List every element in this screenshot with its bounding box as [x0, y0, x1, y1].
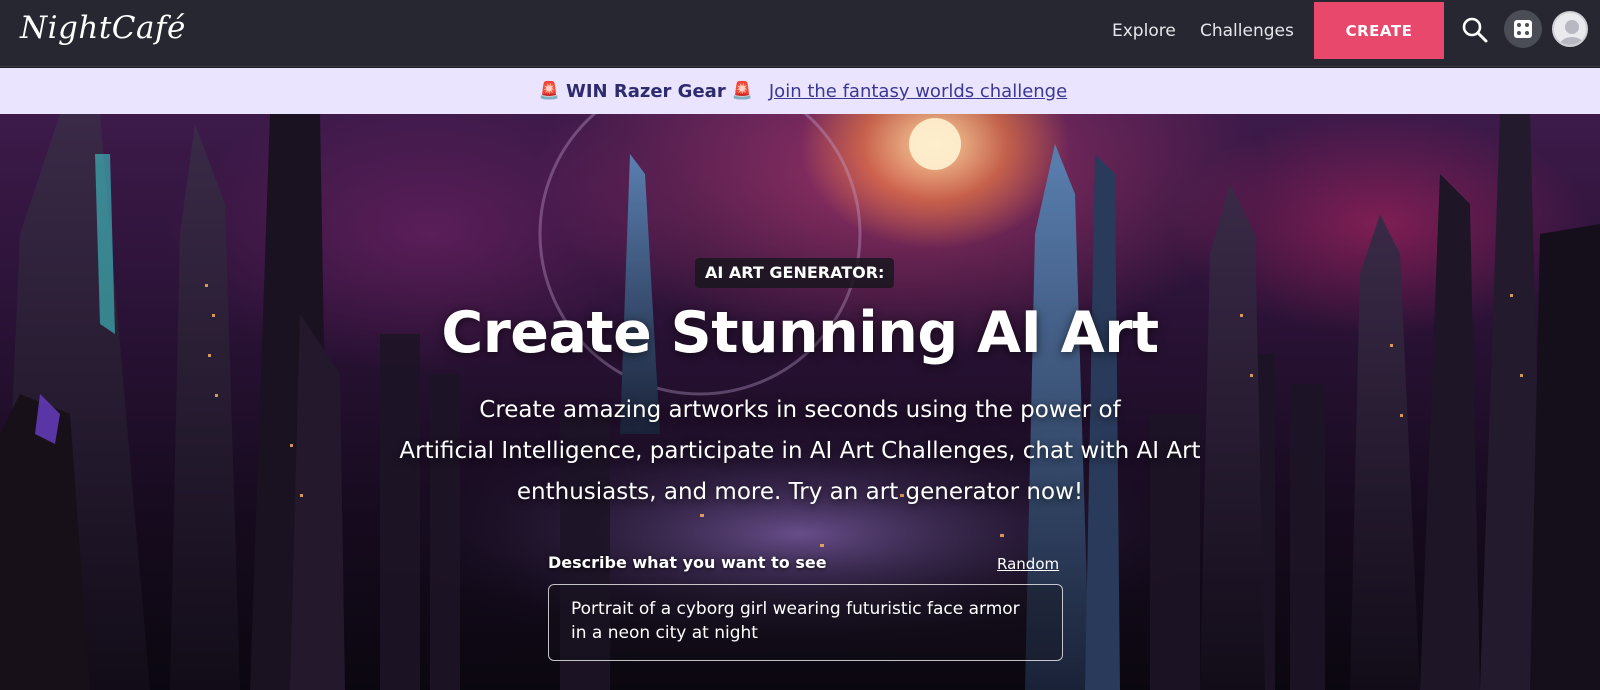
hero-subtitle-line: Create amazing artworks in seconds using…: [479, 397, 1121, 423]
nav-explore-link[interactable]: Explore: [1112, 21, 1176, 41]
hero-title: Create Stunning AI Art: [441, 300, 1159, 366]
hero-section: AI ART GENERATOR: Create Stunning AI Art…: [0, 114, 1600, 690]
random-dice-button[interactable]: [1504, 10, 1542, 48]
siren-icon: 🚨: [538, 81, 560, 101]
search-button[interactable]: [1461, 16, 1489, 44]
hero-subtitle-line: Artificial Intelligence, participate in …: [399, 438, 1201, 464]
nightcafe-logo[interactable]: NightCafé: [20, 10, 186, 46]
hero-tag: AI ART GENERATOR:: [695, 258, 895, 288]
avatar-icon: [1559, 20, 1585, 45]
banner-challenge-link[interactable]: Join the fantasy worlds challenge: [769, 81, 1067, 102]
top-navbar: NightCafé Explore Challenges CREATE: [0, 0, 1600, 67]
nav-challenges-link[interactable]: Challenges: [1200, 21, 1294, 41]
prompt-label: Describe what you want to see: [548, 553, 827, 572]
hero-subtitle: Create amazing artworks in seconds using…: [360, 390, 1240, 513]
promo-banner: 🚨 WIN Razer Gear 🚨 Join the fantasy worl…: [0, 68, 1600, 114]
search-icon: [1462, 17, 1488, 43]
create-button[interactable]: CREATE: [1314, 2, 1444, 59]
random-prompt-link[interactable]: Random: [997, 555, 1059, 573]
hero-subtitle-line: enthusiasts, and more. Try an art genera…: [516, 479, 1084, 505]
user-avatar[interactable]: [1552, 11, 1588, 47]
siren-icon: 🚨: [731, 81, 753, 101]
prompt-input[interactable]: Portrait of a cyborg girl wearing futuri…: [548, 584, 1063, 661]
banner-headline: WIN Razer Gear: [565, 80, 726, 102]
dice-icon: [1514, 20, 1532, 38]
hero-content: AI ART GENERATOR: Create Stunning AI Art…: [0, 114, 1600, 690]
